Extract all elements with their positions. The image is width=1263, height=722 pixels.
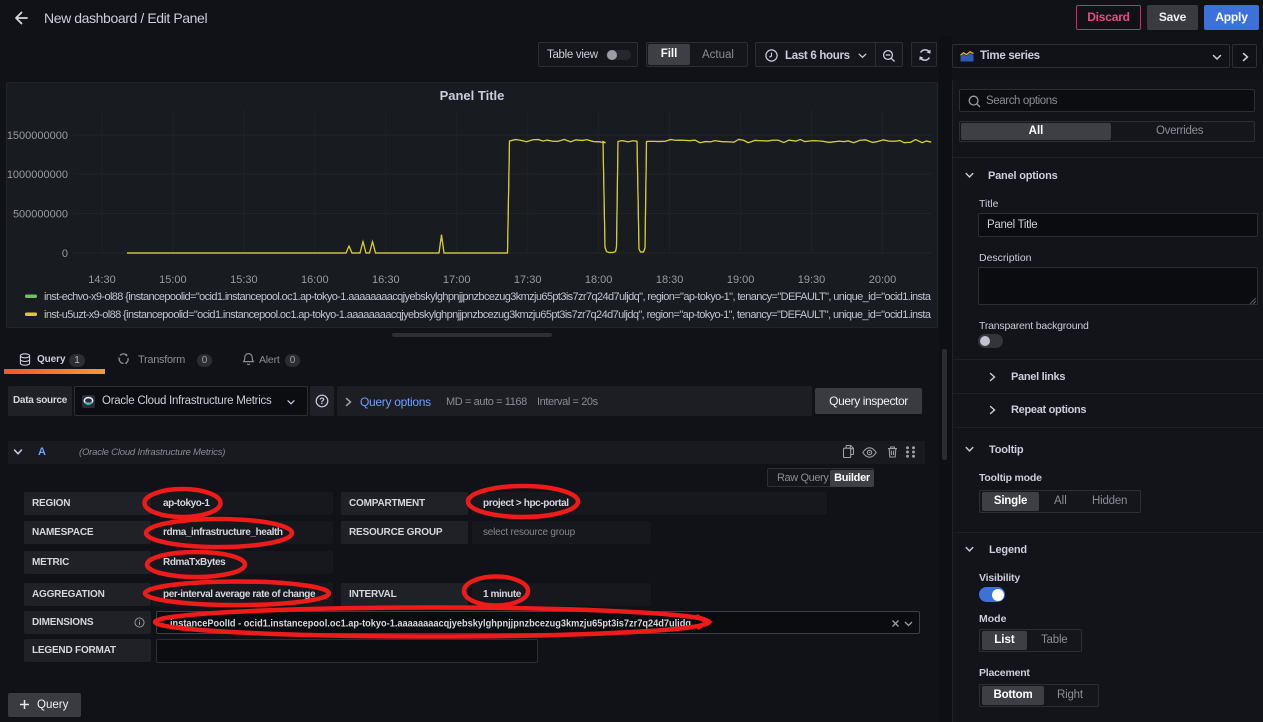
svg-text:1000000000: 1000000000: [7, 169, 68, 181]
svg-text:19:30: 19:30: [798, 274, 826, 286]
svg-text:500000000: 500000000: [13, 209, 68, 221]
svg-text:?: ?: [319, 396, 325, 406]
svg-text:17:00: 17:00: [443, 274, 471, 286]
svg-text:18:30: 18:30: [656, 274, 684, 286]
svg-text:17:30: 17:30: [514, 274, 542, 286]
svg-text:19:00: 19:00: [727, 274, 755, 286]
svg-text:instancePoolId - ocid1.instanc: instancePoolId - ocid1.instancepool.oc1.…: [170, 618, 691, 630]
svg-text:18:00: 18:00: [585, 274, 613, 286]
svg-text:inst-u5uzt-x9-ol88 {instancepo: inst-u5uzt-x9-ol88 {instancepoolid="ocid…: [44, 309, 932, 321]
svg-text:inst-echvo-x9-ol88 {instancepo: inst-echvo-x9-ol88 {instancepoolid="ocid…: [44, 291, 932, 303]
svg-text:16:30: 16:30: [372, 274, 400, 286]
svg-text:14:30: 14:30: [88, 274, 116, 286]
svg-text:20:00: 20:00: [869, 274, 897, 286]
svg-text:16:00: 16:00: [301, 274, 329, 286]
svg-text:0: 0: [62, 248, 68, 260]
svg-text:1500000000: 1500000000: [7, 130, 68, 142]
svg-text:15:30: 15:30: [230, 274, 258, 286]
svg-text:15:00: 15:00: [159, 274, 187, 286]
